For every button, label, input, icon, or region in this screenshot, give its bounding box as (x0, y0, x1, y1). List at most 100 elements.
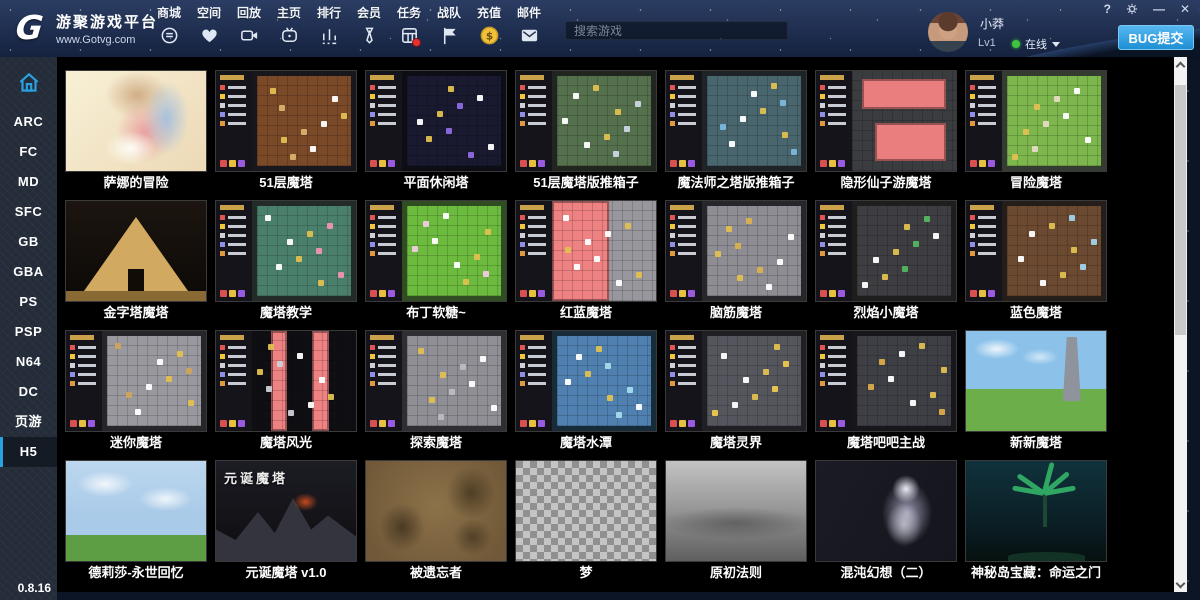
sidebar-item-MD[interactable]: MD (0, 167, 57, 197)
game-card[interactable]: 51层魔塔版推箱子 (515, 70, 657, 191)
sidebar-item-N64[interactable]: N64 (0, 347, 57, 377)
game-title: 51层魔塔版推箱子 (515, 175, 657, 191)
user-level: Lv1 (978, 37, 996, 49)
game-card[interactable]: 布丁软糖~ (365, 200, 507, 321)
game-card[interactable]: 魔塔教学 (215, 200, 357, 321)
game-thumbnail (215, 70, 357, 172)
game-title: 魔塔教学 (215, 305, 357, 321)
titlebar: G 游聚游戏平台 www.Gotvg.com 商城空间回放主页排行会员任务战队充… (0, 0, 1200, 58)
game-card[interactable]: 冒险魔塔 (965, 70, 1107, 191)
game-thumbnail (215, 200, 357, 302)
menu-item-label: 会员 (357, 5, 381, 21)
sidebar-item-GBA[interactable]: GBA (0, 257, 57, 287)
game-card[interactable]: 梦 (515, 460, 657, 581)
scrollbar[interactable] (1174, 57, 1187, 592)
scrollbar-thumb[interactable] (1175, 85, 1186, 335)
member-icon (358, 24, 380, 46)
topbar-menu: 商城空间回放主页排行会员任务战队充值$邮件 (150, 5, 548, 46)
sidebar-item-PSP[interactable]: PSP (0, 317, 57, 347)
online-dot-icon (1012, 40, 1020, 48)
scroll-up-button[interactable] (1174, 57, 1187, 73)
game-card[interactable]: 隐形仙子游魔塔 (815, 70, 957, 191)
game-card[interactable]: 混沌幻想（二） (815, 460, 957, 581)
sidebar-item-DC[interactable]: DC (0, 377, 57, 407)
menu-item-战队[interactable]: 战队 (430, 5, 468, 46)
main-content: 萨娜的冒险 51层魔塔平面休闲塔 51层魔塔版推箱子魔法师之塔版推箱子隐形仙子游魔塔… (57, 57, 1174, 592)
game-card[interactable]: 51层魔塔 (215, 70, 357, 191)
chevron-down-icon (1176, 579, 1186, 589)
sidebar-item-页游[interactable]: 页游 (0, 407, 57, 437)
game-card[interactable]: 魔法师之塔版推箱子 (665, 70, 807, 191)
sidebar-item-home[interactable] (0, 63, 57, 103)
game-title: 51层魔塔 (215, 175, 357, 191)
game-card[interactable]: 德莉莎-永世回忆 (65, 460, 207, 581)
game-card[interactable]: 烈焰小魔塔 (815, 200, 957, 321)
sidebar-item-SFC[interactable]: SFC (0, 197, 57, 227)
game-card[interactable]: 脑筋魔塔 (665, 200, 807, 321)
search-input[interactable] (565, 21, 788, 40)
menu-item-空间[interactable]: 空间 (190, 5, 228, 46)
game-card[interactable]: 新新魔塔 (965, 330, 1107, 451)
window-controls: ? — ✕ (1104, 2, 1190, 16)
menu-item-主页[interactable]: 主页 (270, 5, 308, 46)
game-card[interactable]: 魔塔风光 (215, 330, 357, 451)
sidebar-item-GB[interactable]: GB (0, 227, 57, 257)
settings-gear-icon[interactable] (1126, 3, 1138, 15)
menu-item-商城[interactable]: 商城 (150, 5, 188, 46)
game-card[interactable]: 被遗忘者 (365, 460, 507, 581)
menu-item-充值[interactable]: 充值$ (470, 5, 508, 46)
menu-item-label: 排行 (317, 5, 341, 21)
game-card[interactable]: 神秘岛宝藏：命运之门 (965, 460, 1107, 581)
thumb-stats-panel (216, 331, 252, 431)
thumb-stats-panel (816, 201, 852, 301)
game-thumbnail (365, 330, 507, 432)
game-thumbnail (965, 70, 1107, 172)
game-card[interactable]: 红蓝魔塔 (515, 200, 657, 321)
game-card[interactable]: 萨娜的冒险 (65, 70, 207, 191)
game-card[interactable]: 蓝色魔塔 (965, 200, 1107, 321)
recharge-icon: $ (478, 24, 500, 46)
thumb-stats-panel (816, 71, 852, 171)
game-title: 新新魔塔 (965, 435, 1107, 451)
thumb-stats-panel (816, 331, 852, 431)
game-card[interactable]: 魔塔灵界 (665, 330, 807, 451)
help-button[interactable]: ? (1104, 2, 1111, 16)
menu-item-排行[interactable]: 排行 (310, 5, 348, 46)
game-title: 魔塔吧吧主战 (815, 435, 957, 451)
bug-submit-button[interactable]: BUG提交 (1118, 25, 1194, 50)
thumb-stats-panel (366, 331, 402, 431)
sidebar-nav: ARCFCMDSFCGBGBAPSPSPN64DC页游H5 (0, 107, 57, 467)
ranking-icon (318, 24, 340, 46)
thumb-stats-panel (216, 201, 252, 301)
sidebar-item-ARC[interactable]: ARC (0, 107, 57, 137)
sidebar-item-PS[interactable]: PS (0, 287, 57, 317)
thumb-stats-panel (516, 201, 552, 301)
menu-item-邮件[interactable]: 邮件 (510, 5, 548, 46)
menu-item-label: 主页 (277, 5, 301, 21)
minimize-button[interactable]: — (1153, 2, 1165, 16)
game-thumbnail (365, 70, 507, 172)
menu-item-label: 回放 (237, 5, 261, 21)
game-card[interactable]: 平面休闲塔 (365, 70, 507, 191)
close-button[interactable]: ✕ (1180, 2, 1190, 16)
menu-item-任务[interactable]: 任务 (390, 5, 428, 46)
status-dropdown[interactable]: 在线 (1012, 36, 1060, 52)
sidebar-item-H5[interactable]: H5 (0, 437, 57, 467)
game-card[interactable]: 魔塔水潭 (515, 330, 657, 451)
game-thumbnail (665, 330, 807, 432)
game-card[interactable]: 元诞魔塔元诞魔塔 v1.0 (215, 460, 357, 581)
menu-item-会员[interactable]: 会员 (350, 5, 388, 46)
scroll-down-button[interactable] (1174, 576, 1187, 592)
avatar[interactable] (928, 12, 968, 52)
menu-item-label: 商城 (157, 5, 181, 21)
menu-item-回放[interactable]: 回放 (230, 5, 268, 46)
sidebar-item-FC[interactable]: FC (0, 137, 57, 167)
game-card[interactable]: 金字塔魔塔 (65, 200, 207, 321)
game-card[interactable]: 原初法则 (665, 460, 807, 581)
game-card[interactable]: 探索魔塔 (365, 330, 507, 451)
game-thumbnail (665, 200, 807, 302)
game-thumbnail (665, 70, 807, 172)
game-card[interactable]: 魔塔吧吧主战 (815, 330, 957, 451)
game-title: 脑筋魔塔 (665, 305, 807, 321)
game-card[interactable]: 迷你魔塔 (65, 330, 207, 451)
